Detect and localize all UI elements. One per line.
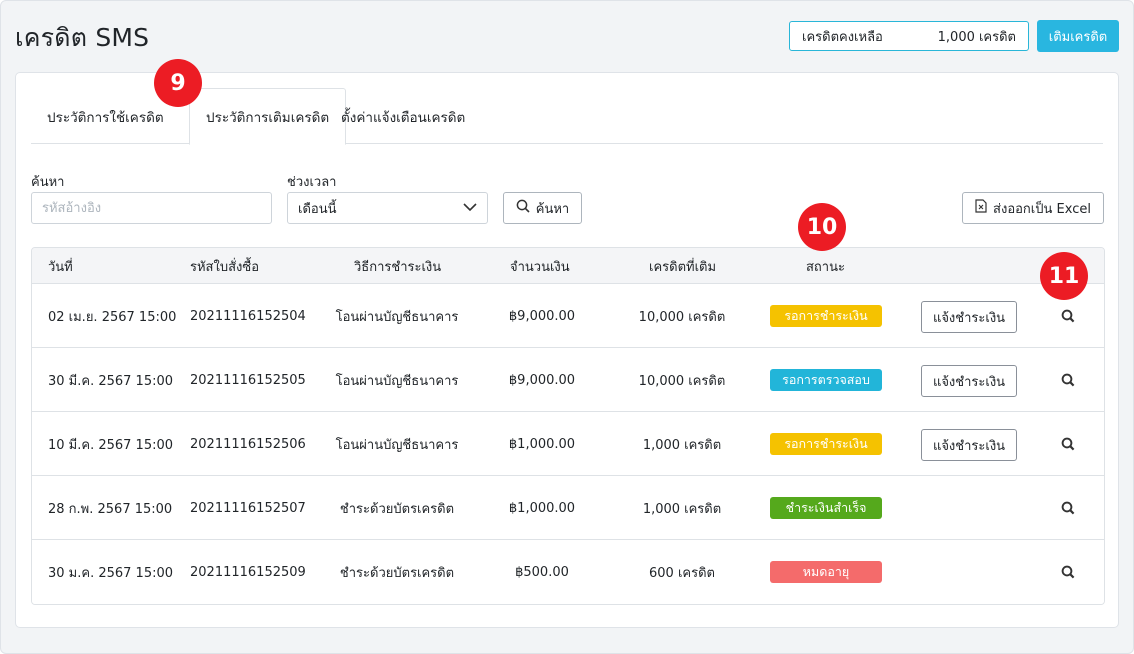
table-row: 30 ม.ค. 2567 15:00 20211116152509 ชำระด้… <box>32 540 1104 604</box>
annotation-marker-9: 9 <box>154 59 202 107</box>
chevron-down-icon <box>463 201 477 216</box>
page-title: เครดิต SMS <box>15 23 150 52</box>
row-date: 30 ม.ค. 2567 15:00 <box>48 565 174 581</box>
status-badge: รอการตรวจสอบ <box>770 369 882 391</box>
table-header: วันที่ รหัสใบสั่งซื้อ วิธีการชำระเงิน จำ… <box>32 248 1104 284</box>
column-header-amount: จำนวนเงิน <box>510 259 570 275</box>
row-payment-method: โอนผ่านบัญชีธนาคาร <box>335 437 459 453</box>
excel-file-icon <box>975 199 987 217</box>
credit-balance: เครดิตคงเหลือ 1,000 เครดิต <box>789 21 1029 51</box>
status-badge: รอการชำระเงิน <box>770 433 882 455</box>
row-order-id: 20211116152506 <box>190 436 306 452</box>
status-badge: หมดอายุ <box>770 561 882 583</box>
view-details-search-icon[interactable] <box>1059 435 1077 453</box>
view-details-search-icon[interactable] <box>1059 563 1077 581</box>
view-details-search-icon[interactable] <box>1059 371 1077 389</box>
main-card: ประวัติการใช้เครดิต ประวัติการเติมเครดิต… <box>15 72 1119 628</box>
export-excel-label: ส่งออกเป็น Excel <box>993 201 1091 217</box>
column-header-date: วันที่ <box>48 259 73 275</box>
tab-alert-settings[interactable]: ตั้งค่าแจ้งเตือนเครดิต <box>325 88 481 145</box>
row-amount: ฿500.00 <box>515 564 569 580</box>
table-row: 02 เม.ย. 2567 15:00 20211116152504 โอนผ่… <box>32 284 1104 348</box>
column-header-status: สถานะ <box>806 259 845 275</box>
row-order-id: 20211116152507 <box>190 500 306 516</box>
status-badge: รอการชำระเงิน <box>770 305 882 327</box>
column-header-method: วิธีการชำระเงิน <box>354 259 442 275</box>
row-amount: ฿9,000.00 <box>508 308 576 324</box>
row-credit: 1,000 เครดิต <box>642 501 722 517</box>
search-input[interactable] <box>31 192 272 224</box>
topup-history-table: วันที่ รหัสใบสั่งซื้อ วิธีการชำระเงิน จำ… <box>31 247 1105 605</box>
row-date: 30 มี.ค. 2567 15:00 <box>48 373 174 389</box>
row-order-id: 20211116152509 <box>190 564 306 580</box>
row-credit: 10,000 เครดิต <box>638 309 726 325</box>
tab-topup-history[interactable]: ประวัติการเติมเครดิต <box>189 88 347 145</box>
row-credit: 600 เครดิต <box>649 565 715 581</box>
row-payment-method: ชำระด้วยบัตรเครดิต <box>339 501 455 517</box>
row-payment-method: โอนผ่านบัญชีธนาคาร <box>335 373 459 389</box>
search-icon <box>516 199 530 217</box>
notify-payment-button[interactable]: แจ้งชำระเงิน <box>921 365 1017 397</box>
period-select[interactable]: เดือนนี้ <box>287 192 488 224</box>
row-payment-method: โอนผ่านบัญชีธนาคาร <box>335 309 459 325</box>
row-date: 28 ก.พ. 2567 15:00 <box>48 501 173 517</box>
row-amount: ฿9,000.00 <box>508 372 576 388</box>
row-order-id: 20211116152504 <box>190 308 306 324</box>
row-credit: 1,000 เครดิต <box>642 437 722 453</box>
view-details-search-icon[interactable] <box>1059 307 1077 325</box>
period-select-value: เดือนนี้ <box>298 201 337 217</box>
search-button-label: ค้นหา <box>535 201 570 217</box>
view-details-search-icon[interactable] <box>1059 499 1077 517</box>
search-label: ค้นหา <box>31 175 65 190</box>
annotation-marker-11: 11 <box>1040 252 1088 300</box>
table-row: 28 ก.พ. 2567 15:00 20211116152507 ชำระด้… <box>32 476 1104 540</box>
row-amount: ฿1,000.00 <box>508 500 576 516</box>
row-credit: 10,000 เครดิต <box>638 373 726 389</box>
row-date: 02 เม.ย. 2567 15:00 <box>48 309 177 325</box>
search-button[interactable]: ค้นหา <box>503 192 582 224</box>
row-order-id: 20211116152505 <box>190 372 306 388</box>
credit-balance-value: 1,000 เครดิต <box>937 29 1016 45</box>
status-badge: ชำระเงินสำเร็จ <box>770 497 882 519</box>
credit-balance-label: เครดิตคงเหลือ <box>802 29 883 45</box>
notify-payment-button[interactable]: แจ้งชำระเงิน <box>921 301 1017 333</box>
topup-button[interactable]: เติมเครดิต <box>1037 20 1119 52</box>
column-header-order: รหัสใบสั่งซื้อ <box>190 259 259 275</box>
annotation-marker-10: 10 <box>798 203 846 251</box>
table-row: 30 มี.ค. 2567 15:00 20211116152505 โอนผ่… <box>32 348 1104 412</box>
column-header-credit: เครดิตที่เติม <box>649 259 717 275</box>
row-payment-method: ชำระด้วยบัตรเครดิต <box>339 565 455 581</box>
notify-payment-button[interactable]: แจ้งชำระเงิน <box>921 429 1017 461</box>
table-row: 10 มี.ค. 2567 15:00 20211116152506 โอนผ่… <box>32 412 1104 476</box>
export-excel-button[interactable]: ส่งออกเป็น Excel <box>962 192 1104 224</box>
row-amount: ฿1,000.00 <box>508 436 576 452</box>
period-label: ช่วงเวลา <box>287 175 337 190</box>
row-date: 10 มี.ค. 2567 15:00 <box>48 437 174 453</box>
